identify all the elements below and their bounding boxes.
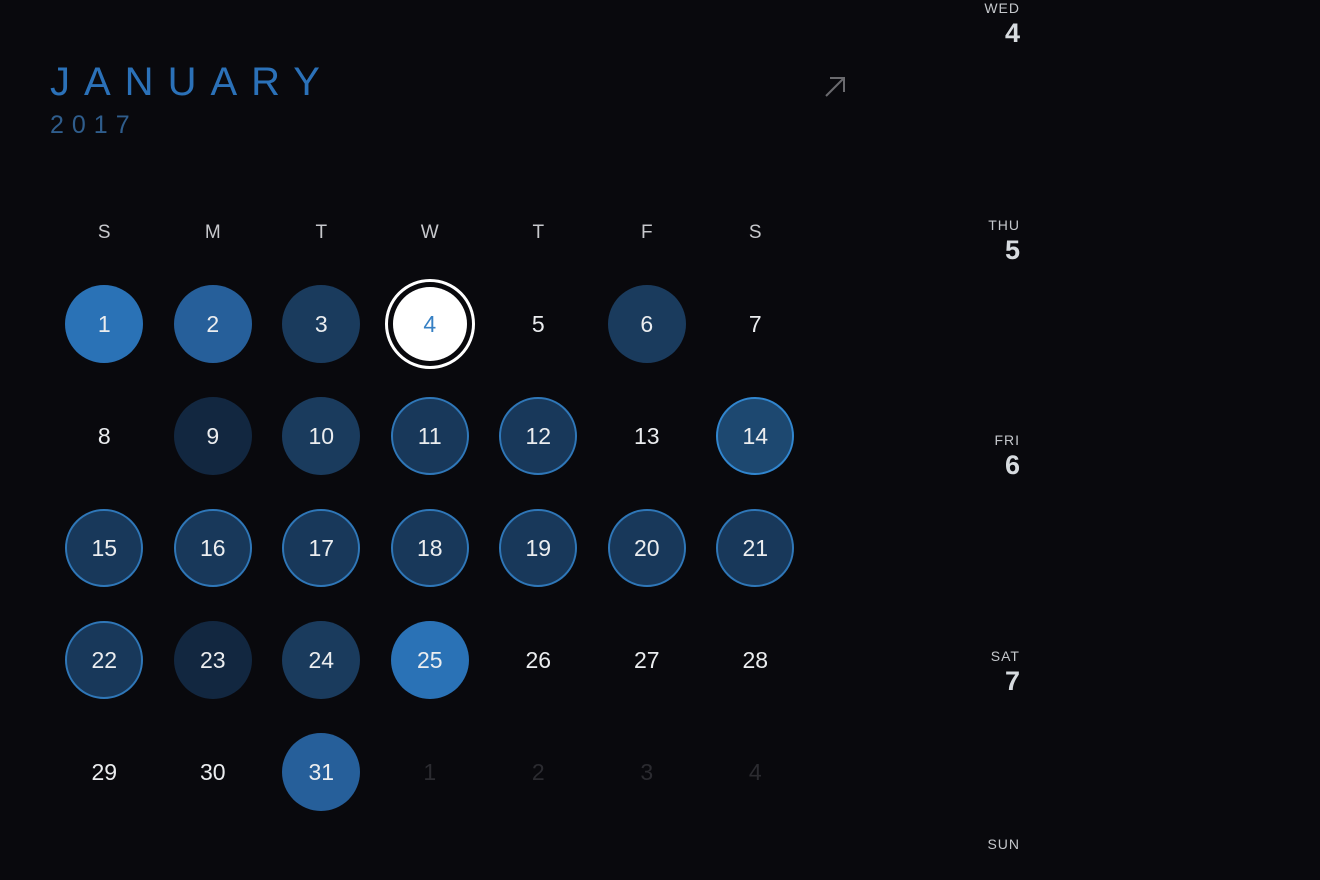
day-cell: 23 [159,604,268,716]
day-button[interactable]: 18 [391,509,469,587]
weekday-header-row: SMTWTFS [50,222,980,244]
weekday-header: S [50,222,159,244]
month-title: JANUARY 2017 [50,60,334,140]
day-cell: 17 [267,492,376,604]
day-button[interactable]: 19 [499,509,577,587]
day-button[interactable]: 8 [65,397,143,475]
day-cell: 10 [267,380,376,492]
day-cell: 3 [267,268,376,380]
expand-arrow-icon[interactable] [820,72,850,102]
day-button[interactable]: 27 [608,621,686,699]
month-year: 2017 [50,111,334,140]
day-button[interactable]: 5 [499,285,577,363]
day-cell: 25 [376,604,485,716]
day-cell: 24 [267,604,376,716]
day-cell: 7 [701,268,810,380]
day-button[interactable]: 28 [716,621,794,699]
day-cell: 27 [593,604,702,716]
weekday-header: S [701,222,810,244]
day-cell: 14 [701,380,810,492]
month-panel: JANUARY 2017 SMTWTFS 1234567891011121314… [0,0,1030,880]
day-button[interactable]: 30 [174,733,252,811]
day-cell: 29 [50,716,159,828]
day-cell: 15 [50,492,159,604]
month-header: JANUARY 2017 [50,60,980,140]
day-cell: 31 [267,716,376,828]
day-button[interactable]: 6 [608,285,686,363]
day-button[interactable]: 26 [499,621,577,699]
day-button[interactable]: 23 [174,621,252,699]
month-grid: 1234567891011121314151617181920212223242… [50,268,980,828]
day-button[interactable]: 7 [716,285,794,363]
weekday-header: F [593,222,702,244]
day-cell: 8 [50,380,159,492]
day-cell: 1 [50,268,159,380]
day-cell: 3 [593,716,702,828]
weekday-header: T [267,222,376,244]
day-cell: 18 [376,492,485,604]
day-button[interactable]: 24 [282,621,360,699]
day-cell: 6 [593,268,702,380]
weekday-header: W [376,222,485,244]
day-cell: 21 [701,492,810,604]
day-button[interactable]: 25 [391,621,469,699]
day-button-other-month[interactable]: 3 [608,733,686,811]
month-name: JANUARY [50,60,334,105]
weekday-header: M [159,222,268,244]
day-button-other-month[interactable]: 4 [716,733,794,811]
day-button[interactable]: 21 [716,509,794,587]
day-cell: 9 [159,380,268,492]
day-number: 4 [393,287,467,361]
day-cell: 2 [484,716,593,828]
day-button[interactable]: 12 [499,397,577,475]
day-button[interactable]: 14 [716,397,794,475]
day-cell: 5 [484,268,593,380]
day-button[interactable]: 10 [282,397,360,475]
day-button[interactable]: 20 [608,509,686,587]
day-button[interactable]: 31 [282,733,360,811]
day-button-other-month[interactable]: 1 [391,733,469,811]
day-cell: 28 [701,604,810,716]
day-button[interactable]: 2 [174,285,252,363]
day-cell: 2 [159,268,268,380]
day-button[interactable]: 9 [174,397,252,475]
day-cell: 30 [159,716,268,828]
day-cell: 12 [484,380,593,492]
day-cell: 4 [701,716,810,828]
day-cell: 19 [484,492,593,604]
day-cell: 13 [593,380,702,492]
day-button-today[interactable]: 4 [385,279,475,369]
day-button[interactable]: 16 [174,509,252,587]
day-button[interactable]: 17 [282,509,360,587]
day-button[interactable]: 13 [608,397,686,475]
day-button[interactable]: 29 [65,733,143,811]
day-cell: 4 [376,268,485,380]
day-button[interactable]: 1 [65,285,143,363]
day-button[interactable]: 15 [65,509,143,587]
day-cell: 20 [593,492,702,604]
day-cell: 11 [376,380,485,492]
weekday-header: T [484,222,593,244]
day-button[interactable]: 3 [282,285,360,363]
day-cell: 26 [484,604,593,716]
day-cell: 22 [50,604,159,716]
day-cell: 1 [376,716,485,828]
day-button[interactable]: 11 [391,397,469,475]
day-button-other-month[interactable]: 2 [499,733,577,811]
day-button[interactable]: 22 [65,621,143,699]
day-cell: 16 [159,492,268,604]
